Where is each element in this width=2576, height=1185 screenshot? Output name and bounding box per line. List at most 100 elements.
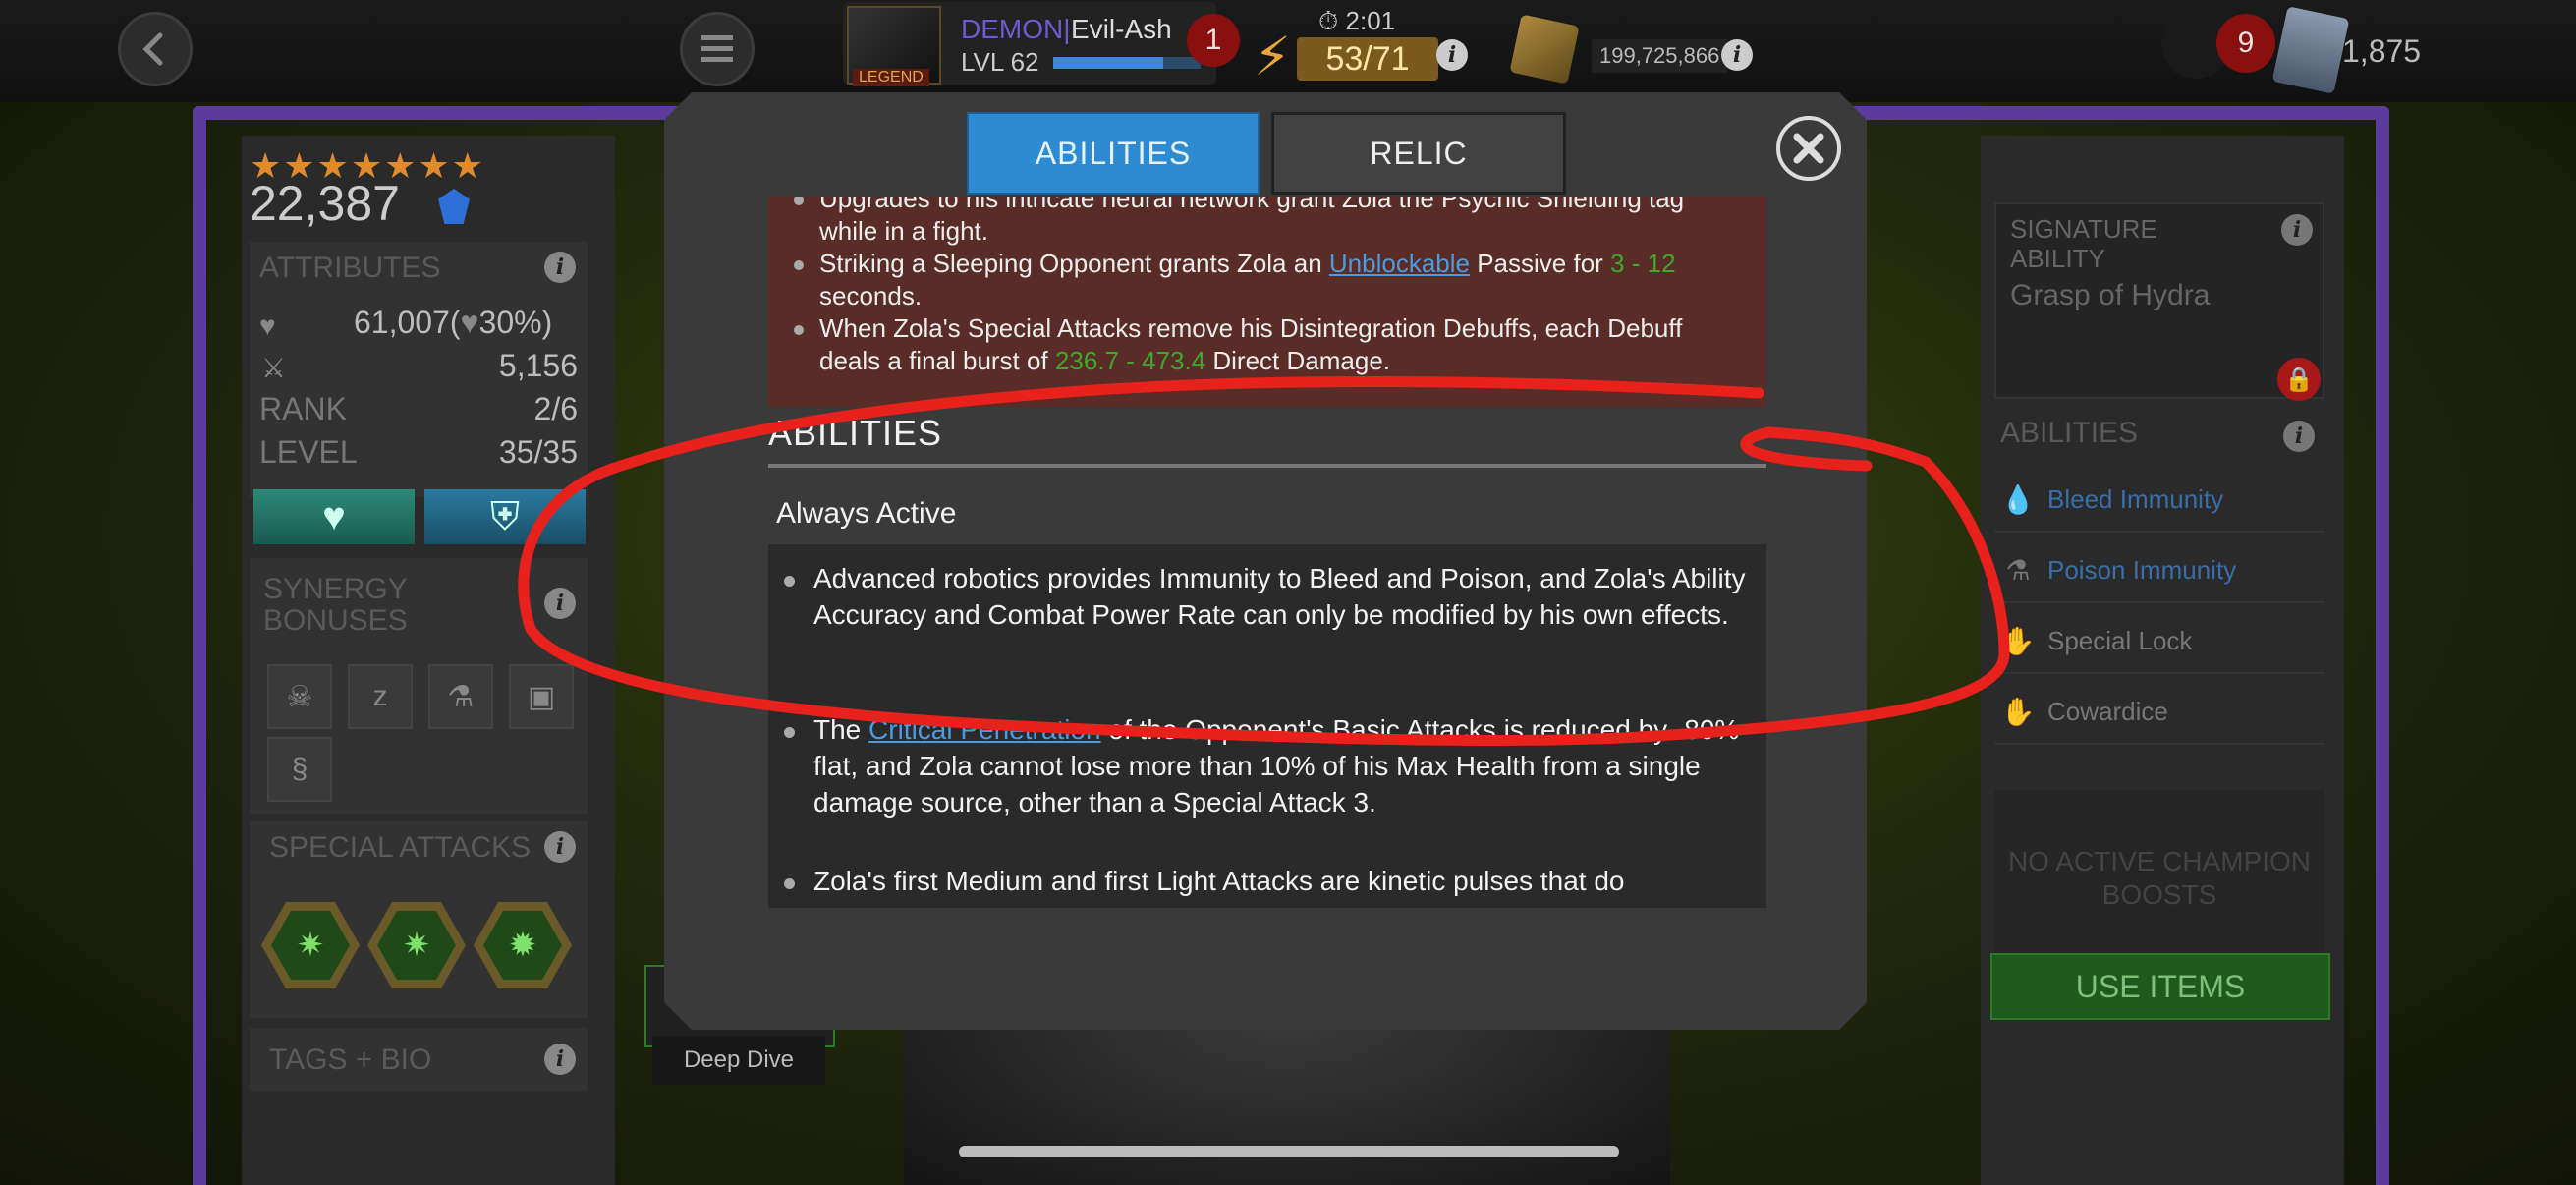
relic-bonus-item: When Zola's Special Attacks remove his D… [768,312,1766,377]
heart-icon: ♥ [259,310,276,341]
attributes-section[interactable]: ATTRIBUTES i ♥ 61,007(♥30%) ⚔ 5,156 RANK… [250,242,588,497]
champion-statue [904,1022,1670,1185]
signature-ability-box[interactable]: SIGNATURE ABILITY Grasp of Hydra i [1994,202,2324,399]
synergy-section[interactable]: SYNERGY BONUSES i ☠ z ⚗ ▣ § [250,558,588,814]
special-attacks-section[interactable]: SPECIAL ATTACKS i ✷ ✷ ✹ [250,821,588,1018]
stopwatch-icon: ⏱ [1318,6,1339,35]
level-label: LEVEL [259,434,358,470]
abilities-info-icon[interactable]: i [2283,421,2315,452]
relic-bonus-text: Upgrades to his intricate neural network… [819,197,1685,246]
poison-flask-icon: ⚗ [2005,554,2031,586]
always-active-box: Advanced robotics provides Immunity to B… [768,544,1766,908]
back-button[interactable] [118,12,193,86]
home-indicator[interactable] [959,1146,1619,1157]
special-attack-2[interactable]: ✷ [367,902,466,988]
units-amount[interactable]: 1,875 [2342,33,2421,70]
hydra-synergy-icon[interactable]: ☠ [267,664,332,729]
health-value: 61,007(♥30%) [354,305,553,340]
special-attack-3[interactable]: ✹ [474,902,572,988]
abilities-panel-title: ABILITIES [2000,417,2139,449]
heading-divider [768,464,1766,468]
bullet [784,576,795,587]
gold-info-icon[interactable]: i [1721,39,1753,71]
revive-button[interactable]: ⛨ [424,489,586,544]
tab-relic[interactable]: RELIC [1271,112,1566,195]
ability-item-robotics: Advanced robotics provides Immunity to B… [768,560,1766,633]
tags-bio-title: TAGS + BIO [269,1044,432,1076]
bullet [784,727,795,738]
player-profile[interactable]: LEGEND DEMON| Evil-Ash LVL 62 [843,2,1216,86]
gold-icon [1509,14,1580,85]
hamburger-menu-icon [701,35,733,62]
synergy-info-icon[interactable]: i [544,588,576,619]
always-active-label: Always Active [776,497,957,530]
menu-button[interactable] [680,12,755,86]
top-bar: LEGEND DEMON| Evil-Ash LVL 62 1 ⏱ 2:01 ⚡… [0,0,2576,102]
xp-bar-fill [1053,57,1163,69]
special-attack-1[interactable]: ✷ [261,902,360,988]
gold-amount[interactable]: 199,725,866 [1592,39,1728,73]
synergy-title: SYNERGY BONUSES [263,573,408,637]
timer-value: 2:01 [1345,6,1396,35]
energy-counter[interactable]: 53/71 [1297,37,1438,81]
chevron-left-icon [142,32,163,66]
tab-abilities[interactable]: ABILITIES [967,112,1260,195]
sleep-synergy-icon[interactable]: z [348,664,413,729]
health-number: 61,007 [354,305,450,340]
special-attacks-info-icon[interactable]: i [544,831,576,863]
signature-info-icon[interactable]: i [2281,214,2313,246]
ability-special-lock[interactable]: ✋ Special Lock [1994,609,2324,674]
special-3-burst-icon: ✹ [483,911,562,980]
prestige-rating: 22,387 [250,176,400,231]
bullet [784,878,795,889]
relic-bonus-item: Striking a Sleeping Opponent grants Zola… [768,248,1766,312]
energy-info-icon[interactable]: i [1436,39,1468,71]
heart-bonus-icon: ♥ [460,305,479,340]
units-card-icon [2271,6,2350,94]
rank-label: RANK [259,391,347,426]
heartbeat-icon: ♥ [322,494,346,538]
alerts-badge[interactable]: 9 [2216,14,2275,73]
hand-lock-icon: ✋ [2000,625,2036,656]
lightning-icon: ⚡ [1254,28,1291,86]
dna-synergy-icon[interactable]: § [267,737,332,802]
unblockable-duration: 3 - 12 [1610,249,1676,278]
ability-cowardice[interactable]: ✋ Cowardice [1994,680,2324,745]
text-segment: Direct Damage. [1205,346,1390,375]
ability-text: Advanced robotics provides Immunity to B… [813,563,1746,630]
no-boosts-message: NO ACTIVE CHAMPION BOOSTS [1994,790,2324,967]
signature-name: Grasp of Hydra [2010,279,2211,311]
ability-bleed-immunity[interactable]: 💧 Bleed Immunity [1994,468,2324,533]
heal-button[interactable]: ♥ [253,489,415,544]
text-segment: Striking a Sleeping Opponent grants Zola… [819,249,1329,278]
ability-item-critical-penetration: The Critical Penetration of the Opponent… [768,711,1766,820]
energy-timer: ⏱ 2:01 [1318,6,1395,37]
attributes-title: ATTRIBUTES [259,252,441,284]
ability-poison-immunity[interactable]: ⚗ Poison Immunity [1994,538,2324,603]
tags-bio-section[interactable]: TAGS + BIO i [250,1028,588,1091]
use-items-button[interactable]: USE ITEMS [1990,953,2330,1020]
unblockable-link[interactable]: Unblockable [1329,249,1470,278]
modal-scroll-content[interactable]: Upgrades to his intricate neural network… [768,197,1766,908]
shield-icon: ⛨ [490,494,520,538]
clan-tag: DEMON| [961,14,1071,44]
notification-badge[interactable]: 1 [1187,14,1240,67]
level-value: 35/35 [498,434,578,470]
attributes-info-icon[interactable]: i [544,252,576,283]
special-1-burst-icon: ✷ [271,911,350,980]
deep-dive-label[interactable]: Deep Dive [652,1036,825,1085]
flask-synergy-icon[interactable]: ⚗ [428,664,493,729]
rank-value: 2/6 [533,391,578,426]
tags-info-icon[interactable]: i [544,1044,576,1075]
player-name: Evil-Ash [1071,14,1172,44]
text-segment: seconds. [819,281,923,310]
ability-text: Zola's first Medium and first Light Atta… [813,866,1625,896]
relic-bonus-item: Upgrades to his intricate neural network… [768,197,1766,248]
close-button[interactable] [1776,116,1841,181]
critical-penetration-link[interactable]: Critical Penetration [868,714,1101,745]
close-icon [1793,133,1824,164]
lock-icon: 🔒 [2277,358,2321,401]
relic-bonus-box: Upgrades to his intricate neural network… [768,197,1766,407]
robot-synergy-icon[interactable]: ▣ [509,664,574,729]
ability-label: Bleed Immunity [2047,483,2224,514]
